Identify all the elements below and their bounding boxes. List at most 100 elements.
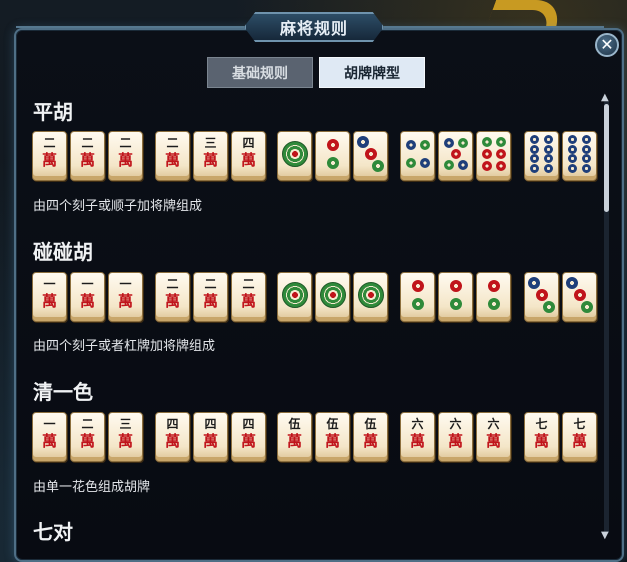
tile-rank: 四 bbox=[242, 417, 255, 431]
close-icon[interactable]: ✕ bbox=[595, 33, 619, 57]
tile-wan-character: 萬 bbox=[117, 151, 133, 169]
tile-dot-icon bbox=[582, 154, 591, 164]
section-title: 清一色 bbox=[33, 380, 93, 404]
tile-rank: 四 bbox=[204, 417, 217, 431]
mahjong-tile-wan: 一萬 bbox=[32, 412, 67, 462]
tile-dot-icon bbox=[481, 161, 492, 172]
tile-dot-icon bbox=[582, 134, 591, 144]
tile-rank: 四 bbox=[242, 136, 255, 150]
tile-dot-icon bbox=[450, 149, 461, 159]
mahjong-tile-wan: 二萬 bbox=[108, 131, 143, 181]
mahjong-tile-wan: 二萬 bbox=[32, 131, 67, 181]
tile-wan-character: 萬 bbox=[79, 432, 95, 450]
mahjong-tile-wan: 三萬 bbox=[108, 412, 143, 462]
tile-wan-character: 萬 bbox=[117, 292, 133, 310]
tab-basic-rules[interactable]: 基础规则 bbox=[207, 57, 313, 88]
tile-dot-icon bbox=[495, 161, 506, 172]
mahjong-tile-tong bbox=[400, 272, 435, 322]
tile-dot-icon bbox=[544, 154, 553, 164]
tile-dot-icon bbox=[530, 134, 539, 144]
mahjong-tile-wan: 一萬 bbox=[70, 272, 105, 322]
scroll-down-arrow-icon[interactable]: ▼ bbox=[601, 530, 609, 541]
mahjong-tile-tong bbox=[524, 131, 559, 181]
tile-wan-character: 萬 bbox=[164, 151, 180, 169]
mahjong-tile-wan: 四萬 bbox=[231, 131, 266, 181]
tile-dot-icon bbox=[411, 297, 424, 310]
tile-rank: 一 bbox=[43, 417, 56, 431]
tile-rank: 伍 bbox=[364, 417, 377, 431]
tile-wan-character: 萬 bbox=[202, 432, 218, 450]
tile-wan-character: 萬 bbox=[79, 151, 95, 169]
banner-line-right bbox=[384, 26, 604, 28]
mahjong-tile-wan: 一萬 bbox=[108, 272, 143, 322]
mahjong-tile-tong bbox=[524, 272, 559, 322]
tile-dot-icon bbox=[543, 301, 556, 314]
tile-rank: 一 bbox=[43, 277, 56, 291]
mahjong-tile-tong bbox=[315, 131, 350, 181]
tile-dot-icon bbox=[495, 149, 506, 159]
tile-dot-icon bbox=[481, 149, 492, 159]
tile-rank: 二 bbox=[81, 417, 94, 431]
tile-dot-icon bbox=[568, 144, 577, 154]
mahjong-tile-tong bbox=[476, 131, 511, 181]
tile-wan-character: 萬 bbox=[286, 432, 302, 450]
tile-dot-icon bbox=[581, 301, 594, 314]
tile-wan-character: 萬 bbox=[41, 432, 57, 450]
tile-dot-icon bbox=[573, 289, 586, 301]
mahjong-tile-wan: 伍萬 bbox=[353, 412, 388, 462]
tile-dot-icon bbox=[544, 164, 553, 174]
mahjong-tile-tong bbox=[562, 131, 597, 181]
dialog-title: 麻将规则 bbox=[244, 12, 384, 42]
tile-dot-icon bbox=[443, 138, 454, 148]
tile-wan-character: 萬 bbox=[409, 432, 425, 450]
tile-dot-icon bbox=[457, 138, 468, 148]
mahjong-tile-tong bbox=[315, 272, 350, 322]
tile-wan-character: 萬 bbox=[79, 292, 95, 310]
mahjong-tile-tong bbox=[353, 272, 388, 322]
tile-wan-character: 萬 bbox=[571, 432, 587, 450]
tile-dot-icon bbox=[372, 160, 385, 173]
mahjong-tile-wan: 七萬 bbox=[562, 412, 597, 462]
tile-dot-icon bbox=[527, 276, 540, 289]
tile-wan-character: 萬 bbox=[202, 151, 218, 169]
tile-rank: 一 bbox=[119, 277, 132, 291]
tile-rank: 二 bbox=[119, 136, 132, 150]
tab-winning-hands[interactable]: 胡牌牌型 bbox=[319, 57, 425, 88]
mahjong-tile-wan: 四萬 bbox=[231, 412, 266, 462]
tile-wan-character: 萬 bbox=[362, 432, 378, 450]
mahjong-tile-wan: 二萬 bbox=[155, 272, 190, 322]
tile-dot-icon bbox=[364, 148, 377, 160]
mahjong-tile-tong bbox=[562, 272, 597, 322]
tile-dot-icon bbox=[487, 280, 500, 293]
tile-wan-character: 萬 bbox=[202, 292, 218, 310]
mahjong-tile-wan: 四萬 bbox=[155, 412, 190, 462]
mahjong-tile-wan: 二萬 bbox=[155, 131, 190, 181]
tile-dot-icon bbox=[326, 156, 339, 169]
tile-wan-character: 萬 bbox=[164, 432, 180, 450]
tile-wan-character: 萬 bbox=[447, 432, 463, 450]
tile-dot-icon bbox=[449, 280, 462, 293]
mahjong-tile-wan: 二萬 bbox=[231, 272, 266, 322]
tile-wan-character: 萬 bbox=[533, 432, 549, 450]
mahjong-tile-wan: 伍萬 bbox=[315, 412, 350, 462]
tile-wan-character: 萬 bbox=[41, 292, 57, 310]
scrollbar-thumb[interactable] bbox=[604, 104, 609, 212]
tile-dot-icon bbox=[405, 157, 416, 168]
mahjong-tile-wan: 二萬 bbox=[193, 272, 228, 322]
tile-dot-icon bbox=[568, 134, 577, 144]
scroll-up-arrow-icon[interactable]: ▲ bbox=[601, 92, 609, 103]
mahjong-tile-tong bbox=[438, 272, 473, 322]
tile-rank: 七 bbox=[573, 417, 586, 431]
tile-dot-icon bbox=[568, 154, 577, 164]
tile-dot-icon bbox=[356, 135, 369, 148]
tile-wan-character: 萬 bbox=[41, 151, 57, 169]
tile-rank: 三 bbox=[204, 136, 217, 150]
tile-rank: 一 bbox=[81, 277, 94, 291]
tile-rank: 二 bbox=[81, 136, 94, 150]
tile-dot-icon bbox=[357, 282, 384, 308]
tile-dot-icon bbox=[281, 282, 308, 308]
section-title: 平胡 bbox=[33, 100, 73, 124]
tile-rank: 三 bbox=[119, 417, 132, 431]
section-title: 七对 bbox=[33, 520, 73, 544]
tile-dot-icon bbox=[449, 297, 462, 310]
